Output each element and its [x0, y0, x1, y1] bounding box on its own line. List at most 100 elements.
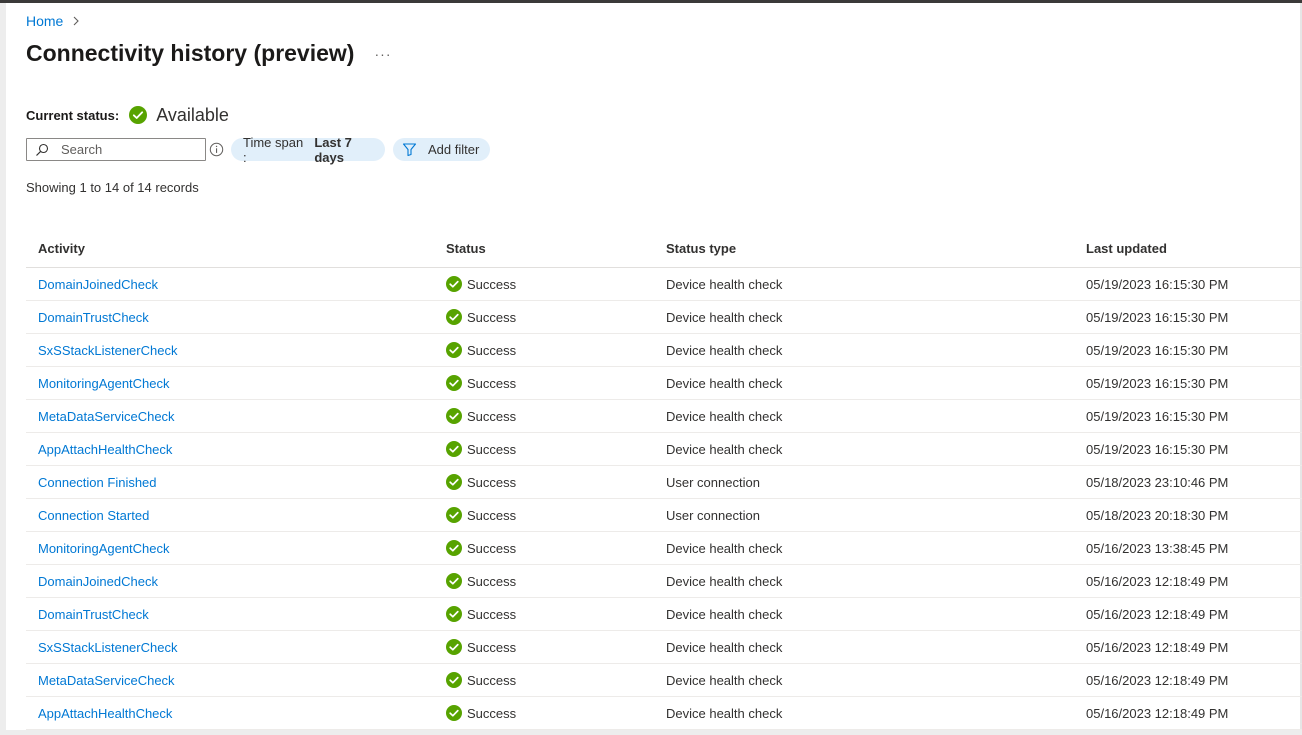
- status-text: Success: [467, 705, 517, 721]
- activity-link[interactable]: DomainJoinedCheck: [38, 574, 158, 589]
- activity-cell: DomainJoinedCheck: [26, 574, 446, 589]
- activity-link[interactable]: DomainTrustCheck: [38, 310, 149, 325]
- table-row: Connection Finished Success User connect…: [26, 466, 1302, 499]
- status-type-cell: Device health check: [666, 705, 783, 721]
- last-updated-cell: 05/16/2023 12:18:49 PM: [1086, 573, 1229, 589]
- activity-cell: AppAttachHealthCheck: [26, 706, 446, 721]
- status-cell: Success: [446, 705, 666, 721]
- column-header-status-type[interactable]: Status type: [666, 241, 1086, 256]
- current-status-value: Available: [156, 104, 229, 125]
- search-input[interactable]: [61, 142, 191, 157]
- last-updated-cell: 05/18/2023 23:10:46 PM: [1086, 474, 1229, 490]
- status-text: Success: [467, 342, 517, 358]
- status-type-cell: Device health check: [666, 639, 783, 655]
- table-row: Connection Started Success User connecti…: [26, 499, 1302, 532]
- time-span-filter[interactable]: Time span : Last 7 days: [231, 135, 385, 165]
- status-type-cell: Device health check: [666, 672, 783, 688]
- add-filter-label: Add filter: [428, 142, 480, 157]
- last-updated-cell: 05/16/2023 12:18:49 PM: [1086, 639, 1229, 655]
- time-span-label: Time span :: [243, 134, 304, 165]
- bottom-panel-edge: [6, 730, 1302, 735]
- status-cell: Success: [446, 573, 666, 589]
- success-check-icon: [129, 106, 148, 124]
- table-row: DomainJoinedCheck Success Device health …: [26, 268, 1302, 301]
- activity-cell: DomainJoinedCheck: [26, 277, 446, 292]
- status-text: Success: [467, 672, 517, 688]
- activity-cell: AppAttachHealthCheck: [26, 442, 446, 457]
- more-options-button[interactable]: ···: [372, 44, 394, 64]
- status-cell: Success: [446, 375, 666, 391]
- filter-icon: [402, 143, 417, 157]
- success-check-icon: [446, 573, 462, 589]
- column-header-activity[interactable]: Activity: [26, 241, 446, 256]
- activity-cell: Connection Started: [26, 508, 446, 523]
- history-table: Activity Status Status type Last updated…: [26, 230, 1302, 730]
- table-row: SxSStackListenerCheck Success Device hea…: [26, 631, 1302, 664]
- status-cell: Success: [446, 276, 666, 292]
- activity-cell: MonitoringAgentCheck: [26, 541, 446, 556]
- last-updated-cell: 05/16/2023 12:18:49 PM: [1086, 672, 1229, 688]
- success-check-icon: [446, 276, 462, 292]
- current-status-label: Current status:: [26, 107, 120, 123]
- status-type-cell: Device health check: [666, 309, 783, 325]
- status-text: Success: [467, 309, 517, 325]
- table-row: AppAttachHealthCheck Success Device heal…: [26, 433, 1302, 466]
- success-check-icon: [446, 309, 462, 325]
- add-filter-button[interactable]: Add filter: [393, 138, 490, 161]
- status-cell: Success: [446, 342, 666, 358]
- activity-link[interactable]: SxSStackListenerCheck: [38, 343, 177, 358]
- activity-link[interactable]: Connection Started: [38, 508, 149, 523]
- table-row: MetaDataServiceCheck Success Device heal…: [26, 664, 1302, 697]
- table-header: Activity Status Status type Last updated: [26, 230, 1302, 268]
- success-check-icon: [446, 672, 462, 688]
- status-text: Success: [467, 507, 517, 523]
- window-top-bar: [0, 0, 1302, 3]
- chevron-right-icon: [73, 16, 80, 26]
- last-updated-cell: 05/19/2023 16:15:30 PM: [1086, 309, 1229, 325]
- status-cell: Success: [446, 507, 666, 523]
- column-header-last-updated[interactable]: Last updated: [1086, 241, 1302, 256]
- activity-link[interactable]: DomainJoinedCheck: [38, 277, 158, 292]
- status-text: Success: [467, 540, 517, 556]
- info-icon[interactable]: [209, 142, 224, 157]
- last-updated-cell: 05/16/2023 13:38:45 PM: [1086, 540, 1229, 556]
- success-check-icon: [446, 474, 462, 490]
- last-updated-cell: 05/19/2023 16:15:30 PM: [1086, 408, 1229, 424]
- table-row: MonitoringAgentCheck Success Device heal…: [26, 532, 1302, 565]
- status-cell: Success: [446, 672, 666, 688]
- success-check-icon: [446, 639, 462, 655]
- search-box[interactable]: [26, 138, 206, 161]
- time-span-value: Last 7 days: [314, 134, 352, 165]
- success-check-icon: [446, 441, 462, 457]
- activity-link[interactable]: AppAttachHealthCheck: [38, 706, 172, 721]
- page-title: Connectivity history (preview): [26, 40, 355, 66]
- activity-link[interactable]: MetaDataServiceCheck: [38, 409, 175, 424]
- status-cell: Success: [446, 441, 666, 457]
- status-type-cell: Device health check: [666, 606, 783, 622]
- left-panel-edge: [0, 3, 6, 735]
- breadcrumb: Home: [26, 12, 81, 30]
- status-text: Success: [467, 375, 517, 391]
- activity-link[interactable]: MonitoringAgentCheck: [38, 376, 170, 391]
- activity-cell: DomainTrustCheck: [26, 607, 446, 622]
- success-check-icon: [446, 342, 462, 358]
- activity-cell: MetaDataServiceCheck: [26, 409, 446, 424]
- activity-link[interactable]: MonitoringAgentCheck: [38, 541, 170, 556]
- status-cell: Success: [446, 639, 666, 655]
- last-updated-cell: 05/19/2023 16:15:30 PM: [1086, 342, 1229, 358]
- status-type-cell: Device health check: [666, 342, 783, 358]
- status-type-cell: User connection: [666, 507, 760, 523]
- table-row: SxSStackListenerCheck Success Device hea…: [26, 334, 1302, 367]
- status-text: Success: [467, 606, 517, 622]
- success-check-icon: [446, 507, 462, 523]
- activity-link[interactable]: Connection Finished: [38, 475, 157, 490]
- status-text: Success: [467, 474, 517, 490]
- breadcrumb-home-link[interactable]: Home: [26, 13, 63, 29]
- activity-link[interactable]: MetaDataServiceCheck: [38, 673, 175, 688]
- success-check-icon: [446, 408, 462, 424]
- activity-link[interactable]: SxSStackListenerCheck: [38, 640, 177, 655]
- table-row: MonitoringAgentCheck Success Device heal…: [26, 367, 1302, 400]
- activity-link[interactable]: DomainTrustCheck: [38, 607, 149, 622]
- column-header-status[interactable]: Status: [446, 241, 666, 256]
- activity-link[interactable]: AppAttachHealthCheck: [38, 442, 172, 457]
